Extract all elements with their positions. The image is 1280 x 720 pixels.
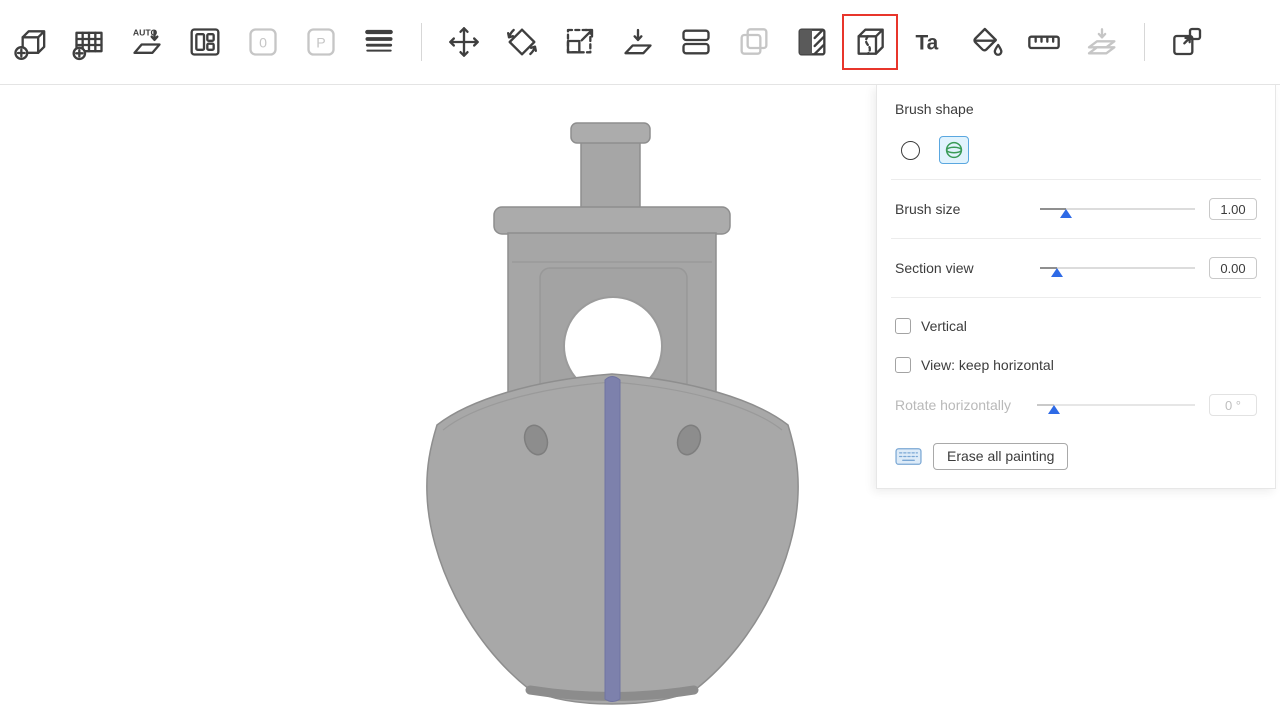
place-on-face-icon [618,22,658,62]
support-painting-icon [792,22,832,62]
rotate-horizontally-row: Rotate horizontally 0 ° [895,390,1257,420]
panel-divider [891,238,1261,239]
auto-orient-button[interactable]: AUTO [124,19,170,65]
keyboard-shortcut-icon[interactable] [895,447,922,466]
split-to-objects-icon: 0 [243,22,283,62]
cut-button[interactable] [673,19,719,65]
clone-button[interactable] [731,19,777,65]
brush-size-label: Brush size [895,201,1040,217]
svg-text:Ta: Ta [916,32,939,55]
main-toolbar: AUTO 0 P [0,0,1280,85]
rotate-horizontally-label: Rotate horizontally [895,397,1037,413]
erase-row: Erase all painting [895,442,1257,470]
vertical-checkbox-row[interactable]: Vertical [895,315,1257,337]
circle-brush-icon [901,141,920,160]
section-view-row: Section view 0.00 [895,253,1257,283]
assemble-button[interactable] [1164,19,1210,65]
rotate-horizontally-slider-track [1037,404,1195,406]
keep-horizontal-label: View: keep horizontal [921,357,1054,373]
move-button[interactable] [441,19,487,65]
color-painting-button[interactable] [963,19,1009,65]
variable-layer-height-icon [359,22,399,62]
brush-shape-sphere-option[interactable] [939,136,969,164]
rotate-icon [502,22,542,62]
vertical-checkbox[interactable] [895,318,911,334]
svg-text:0: 0 [259,36,267,52]
brush-shape-label: Brush shape [895,101,1257,117]
split-to-parts-icon: P [301,22,341,62]
seam-painting-panel: Brush shape Brush size 1.00 Section view [876,85,1276,489]
seam-paint-stripe [605,377,620,702]
toolbar-separator [421,23,422,61]
rotate-horizontally-value: 0 ° [1209,394,1257,416]
section-view-slider-thumb[interactable] [1051,268,1063,277]
keep-horizontal-checkbox[interactable] [895,357,911,373]
benchy-roof [494,207,730,234]
brush-size-slider-thumb[interactable] [1060,209,1072,218]
arrange-button[interactable] [182,19,228,65]
benchy-chimney [581,138,640,210]
split-to-parts-button[interactable]: P [298,19,344,65]
erase-all-painting-button[interactable]: Erase all painting [933,443,1068,470]
section-view-value[interactable]: 0.00 [1209,257,1257,279]
clone-icon [734,22,774,62]
place-on-face-button[interactable] [615,19,661,65]
add-object-button[interactable] [8,19,54,65]
split-to-objects-button[interactable]: 0 [240,19,286,65]
color-painting-icon [966,22,1006,62]
benchy-chimney-cap [571,123,650,143]
rotate-horizontally-slider-thumb[interactable] [1048,405,1060,414]
section-view-slider-track [1040,267,1195,269]
seam-painting-icon [850,22,890,62]
auto-orient-icon: AUTO [127,22,167,62]
section-view-label: Section view [895,260,1040,276]
cut-icon [676,22,716,62]
measure-icon [1024,22,1064,62]
sphere-brush-icon [944,140,964,160]
seam-painting-button[interactable] [847,19,893,65]
benchy-model[interactable] [427,123,798,704]
brush-size-slider[interactable] [1040,200,1195,218]
panel-divider [891,179,1261,180]
assembly-view-icon [1082,22,1122,62]
text-tool-icon: Ta [908,22,948,62]
rotate-horizontally-slider[interactable] [1037,396,1195,414]
brush-size-row: Brush size 1.00 [895,194,1257,224]
toolbar-separator [1144,23,1145,61]
assembly-view-button[interactable] [1079,19,1125,65]
brush-shape-circle-option[interactable] [895,136,925,164]
text-tool-button[interactable]: Ta [905,19,951,65]
section-view-slider[interactable] [1040,259,1195,277]
add-plate-icon [69,22,109,62]
panel-divider [891,297,1261,298]
assemble-icon [1167,22,1207,62]
add-object-icon [11,22,51,62]
support-painting-button[interactable] [789,19,835,65]
vertical-label: Vertical [921,318,967,334]
brush-size-value[interactable]: 1.00 [1209,198,1257,220]
measure-button[interactable] [1021,19,1067,65]
scale-icon [560,22,600,62]
move-icon [444,22,484,62]
variable-layer-height-button[interactable] [356,19,402,65]
arrange-icon [185,22,225,62]
scale-button[interactable] [557,19,603,65]
rotate-button[interactable] [499,19,545,65]
add-plate-button[interactable] [66,19,112,65]
brush-shape-options [895,135,1257,165]
svg-text:P: P [316,36,325,52]
keep-horizontal-checkbox-row[interactable]: View: keep horizontal [895,354,1257,376]
